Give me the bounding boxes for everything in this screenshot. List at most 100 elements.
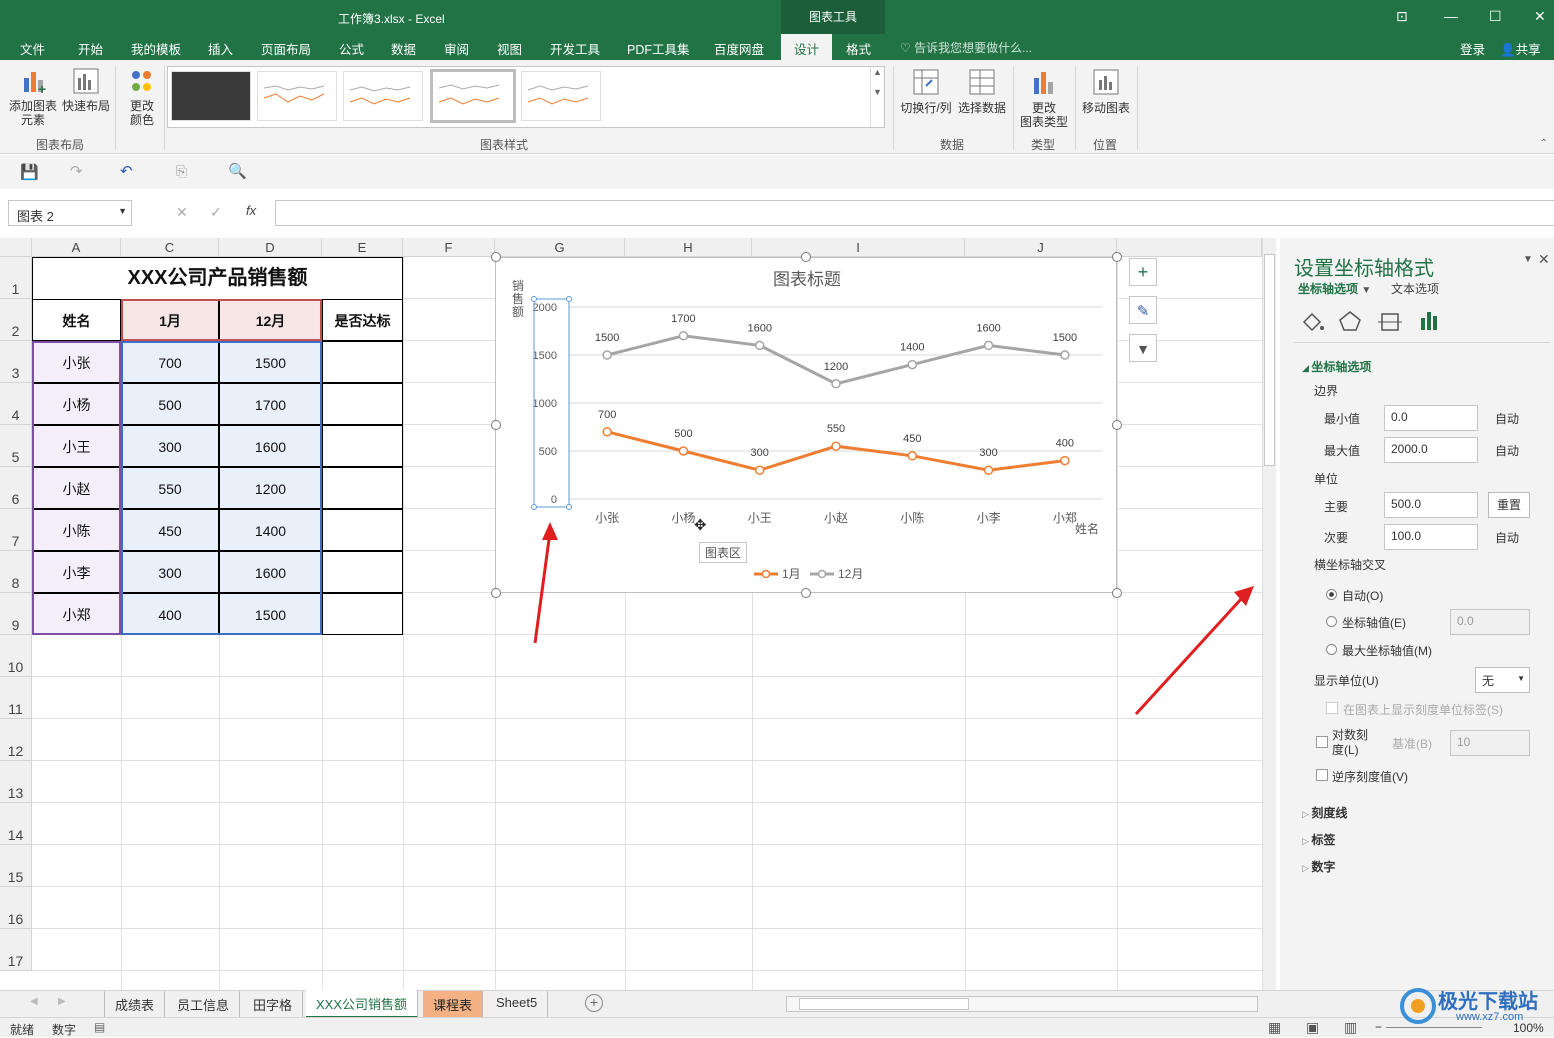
table-cell-target[interactable] bbox=[322, 341, 403, 383]
fill-line-icon[interactable] bbox=[1298, 308, 1328, 334]
copy-icon[interactable]: ⎘ bbox=[176, 163, 187, 180]
name-box[interactable]: 图表 2 ▼ bbox=[8, 200, 132, 226]
table-cell-jan[interactable]: 550 bbox=[121, 467, 219, 509]
row-header[interactable]: 3 bbox=[0, 341, 32, 383]
table-cell-jan[interactable]: 300 bbox=[121, 551, 219, 593]
resize-handle[interactable] bbox=[1112, 588, 1122, 598]
row-header[interactable]: 12 bbox=[0, 719, 32, 761]
axis-value-input[interactable]: 0.0 bbox=[1450, 609, 1530, 635]
section-number[interactable]: ▷ 数字 bbox=[1302, 858, 1335, 875]
table-title[interactable]: XXX公司产品销售额 bbox=[32, 257, 403, 299]
close-pane-icon[interactable]: ✕ bbox=[1538, 251, 1550, 268]
chart-styles-button[interactable]: ✎ bbox=[1129, 296, 1157, 324]
close-icon[interactable]: ✕ bbox=[1534, 8, 1546, 25]
add-chart-element-button[interactable]: + 添加图表 元素 bbox=[8, 66, 58, 127]
table-cell-target[interactable] bbox=[322, 551, 403, 593]
chart-style-1[interactable] bbox=[171, 71, 251, 121]
table-cell-name[interactable]: 小赵 bbox=[32, 467, 121, 509]
major-unit-input[interactable]: 500.0 bbox=[1384, 492, 1478, 518]
quick-layout-button[interactable]: 快速布局 bbox=[61, 66, 111, 113]
select-data-button[interactable]: 选择数据 bbox=[956, 66, 1008, 115]
table-cell-name[interactable]: 小杨 bbox=[32, 383, 121, 425]
table-cell-target[interactable] bbox=[322, 593, 403, 635]
line-chart[interactable]: 图表标题 销售额 姓名 0 500 1000 1500 2000 小张 小杨 小王 小赵 小陈 小李 小郑 7… bbox=[495, 257, 1117, 593]
chart-style-2[interactable] bbox=[257, 71, 337, 121]
row-header[interactable]: 15 bbox=[0, 845, 32, 887]
chart-styles-gallery[interactable]: ▲ ▼ bbox=[167, 66, 885, 128]
table-cell-jan[interactable]: 300 bbox=[121, 425, 219, 467]
change-chart-type-button[interactable]: 更改 图表类型 bbox=[1016, 66, 1072, 129]
row-header[interactable]: 4 bbox=[0, 383, 32, 425]
table-header-cell[interactable]: 姓名 bbox=[32, 299, 121, 341]
table-cell-target[interactable] bbox=[322, 425, 403, 467]
table-cell-name[interactable]: 小郑 bbox=[32, 593, 121, 635]
col-header-g[interactable]: G bbox=[495, 238, 625, 257]
table-cell-name[interactable]: 小陈 bbox=[32, 509, 121, 551]
display-units-select[interactable]: 无 ▼ bbox=[1475, 667, 1530, 693]
table-cell-dec[interactable]: 1500 bbox=[219, 341, 322, 383]
tab-pdf-tools[interactable]: PDF工具集 bbox=[627, 39, 690, 58]
minor-unit-input[interactable]: 100.0 bbox=[1384, 524, 1478, 550]
section-axis-options[interactable]: ◢ 坐标轴选项 bbox=[1302, 358, 1371, 375]
resize-handle[interactable] bbox=[1112, 420, 1122, 430]
row-header[interactable]: 8 bbox=[0, 551, 32, 593]
col-header-f[interactable]: F bbox=[403, 238, 495, 257]
vertical-scrollbar[interactable] bbox=[1262, 238, 1276, 990]
row-header[interactable]: 9 bbox=[0, 593, 32, 635]
resize-handle[interactable] bbox=[491, 420, 501, 430]
table-header-cell[interactable]: 12月 bbox=[219, 299, 322, 341]
row-header[interactable]: 13 bbox=[0, 761, 32, 803]
insert-function-button[interactable]: fx bbox=[246, 203, 256, 218]
scroll-right-icon[interactable]: ▶ bbox=[58, 996, 66, 1007]
col-header-i[interactable]: I bbox=[752, 238, 965, 257]
table-cell-dec[interactable]: 1400 bbox=[219, 509, 322, 551]
table-header-cell[interactable]: 是否达标 bbox=[322, 299, 403, 341]
chart-style-4-selected[interactable] bbox=[430, 69, 516, 123]
sheet-tab[interactable]: Sheet5 bbox=[486, 991, 549, 1017]
print-preview-icon[interactable]: 🔍 bbox=[228, 162, 247, 180]
tab-insert[interactable]: 插入 bbox=[208, 39, 233, 58]
sheet-tab[interactable]: 成绩表 bbox=[104, 991, 166, 1017]
row-header[interactable]: 2 bbox=[0, 299, 32, 341]
sheet-tab[interactable]: 员工信息 bbox=[167, 991, 241, 1017]
row-header[interactable]: 7 bbox=[0, 509, 32, 551]
share-button[interactable]: 👤共享 bbox=[1500, 39, 1541, 58]
tab-my-templates[interactable]: 我的模板 bbox=[131, 39, 181, 58]
reset-button[interactable]: 重置 bbox=[1488, 492, 1530, 518]
section-tick-marks[interactable]: ▷ 刻度线 bbox=[1302, 804, 1347, 821]
base-input[interactable]: 10 bbox=[1450, 730, 1530, 756]
enter-icon[interactable]: ✓ bbox=[210, 204, 222, 221]
formula-input[interactable] bbox=[275, 200, 1554, 226]
switch-row-column-button[interactable]: 切换行/列 bbox=[898, 66, 954, 115]
chevron-down-icon[interactable]: ▼ bbox=[118, 206, 127, 216]
table-cell-name[interactable]: 小张 bbox=[32, 341, 121, 383]
table-cell-target[interactable] bbox=[322, 467, 403, 509]
add-sheet-icon[interactable]: + bbox=[585, 994, 603, 1012]
row-header[interactable]: 14 bbox=[0, 803, 32, 845]
radio-max-axis[interactable] bbox=[1326, 644, 1337, 655]
tab-view[interactable]: 视图 bbox=[497, 39, 522, 58]
row-header[interactable]: 16 bbox=[0, 887, 32, 929]
select-all-corner[interactable] bbox=[0, 238, 32, 257]
tab-design[interactable]: 设计 bbox=[781, 34, 833, 60]
col-header-h[interactable]: H bbox=[625, 238, 752, 257]
col-header-j[interactable]: J bbox=[965, 238, 1117, 257]
chart-elements-button[interactable]: + bbox=[1129, 258, 1157, 286]
table-cell-jan[interactable]: 700 bbox=[121, 341, 219, 383]
horizontal-scrollbar[interactable] bbox=[786, 996, 1258, 1012]
tab-review[interactable]: 审阅 bbox=[444, 39, 469, 58]
table-cell-name[interactable]: 小李 bbox=[32, 551, 121, 593]
save-icon[interactable]: 💾 bbox=[20, 163, 39, 181]
tab-format[interactable]: 格式 bbox=[846, 39, 871, 58]
table-cell-jan[interactable]: 450 bbox=[121, 509, 219, 551]
minimize-icon[interactable]: — bbox=[1444, 8, 1458, 24]
tab-baidu-disk[interactable]: 百度网盘 bbox=[714, 39, 764, 58]
table-cell-dec[interactable]: 1600 bbox=[219, 425, 322, 467]
tab-formulas[interactable]: 公式 bbox=[339, 39, 364, 58]
tell-me-search[interactable]: ♡ 告诉我您想要做什么... bbox=[900, 39, 1032, 56]
chart-style-3[interactable] bbox=[343, 71, 423, 121]
table-cell-dec[interactable]: 1600 bbox=[219, 551, 322, 593]
col-header-e[interactable]: E bbox=[322, 238, 403, 257]
login-link[interactable]: 登录 bbox=[1460, 39, 1485, 58]
radio-axis-value[interactable] bbox=[1326, 616, 1337, 627]
